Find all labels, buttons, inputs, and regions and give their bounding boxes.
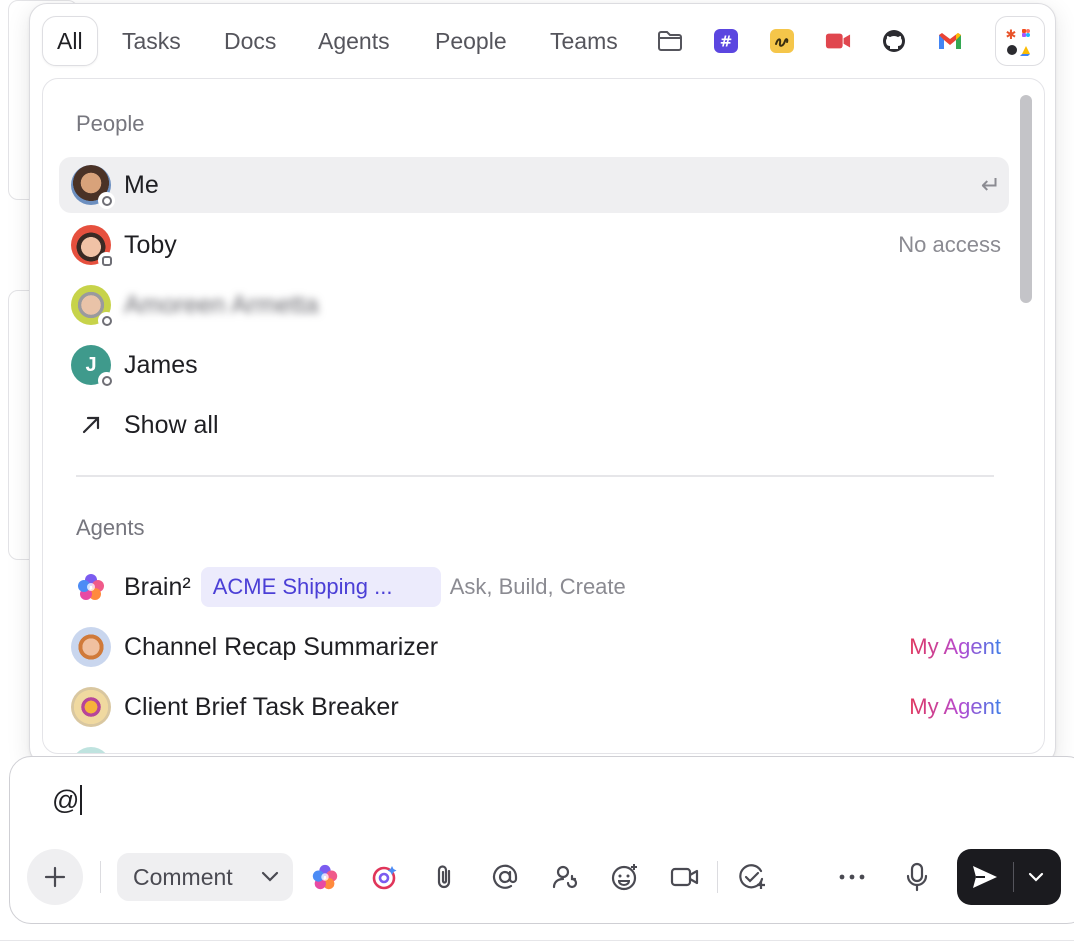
show-all-label: Show all	[124, 410, 219, 439]
ai-mention-icon[interactable]	[365, 852, 405, 902]
presence-icon	[98, 252, 115, 269]
toolbar-separator	[717, 861, 718, 893]
background-divider	[0, 940, 1074, 941]
text-caret	[80, 785, 83, 815]
agent-avatar	[71, 627, 111, 667]
comment-composer[interactable]: @ Comment	[9, 756, 1074, 924]
composer-text: @	[52, 785, 80, 815]
toolbar-separator	[100, 861, 101, 893]
arrow-up-right-icon	[71, 414, 111, 436]
agent-row-brain[interactable]: Brain² ACME Shipping ... Ask, Build, Cre…	[59, 559, 1009, 615]
person-row-james[interactable]: J James	[59, 337, 1009, 393]
agent-row-channel-recap[interactable]: Channel Recap Summarizer My Agent	[59, 619, 1009, 675]
person-name: Me	[124, 170, 159, 199]
presence-icon	[98, 192, 115, 209]
agents-section-title: Agents	[76, 515, 145, 540]
avatar	[71, 225, 115, 269]
avatar-initial: J	[85, 353, 97, 376]
comment-type-label: Comment	[133, 863, 233, 890]
scrollbar[interactable]	[1020, 95, 1032, 303]
emoji-icon[interactable]	[605, 852, 645, 902]
agent-row-partial[interactable]	[59, 739, 1009, 753]
brain-ai-icon[interactable]	[305, 852, 345, 902]
agent-name: Client Brief Task Breaker	[124, 692, 399, 721]
presence-icon	[98, 312, 115, 329]
gmail-icon[interactable]	[937, 28, 963, 54]
workspace-chip[interactable]: ACME Shipping ...	[200, 567, 441, 607]
person-name: Toby	[124, 230, 177, 259]
tab-tasks[interactable]: Tasks	[122, 16, 181, 66]
my-agent-tag: My Agent	[909, 634, 1001, 659]
agent-row-client-brief[interactable]: Client Brief Task Breaker My Agent	[59, 679, 1009, 735]
section-divider	[76, 475, 994, 477]
assign-user-icon[interactable]	[545, 852, 585, 902]
channel-hash-icon[interactable]: #	[713, 28, 739, 54]
agent-name: Channel Recap Summarizer	[124, 632, 439, 661]
tab-all[interactable]: All	[42, 16, 98, 66]
tab-agents[interactable]: Agents	[318, 16, 390, 66]
avatar	[71, 285, 115, 329]
paperclip-icon[interactable]	[425, 852, 465, 902]
chevron-down-icon[interactable]	[1027, 871, 1045, 883]
agent-avatar	[71, 687, 111, 727]
comment-type-dropdown[interactable]: Comment	[117, 853, 293, 901]
svg-text:✱: ✱	[1006, 28, 1017, 43]
send-icon	[973, 866, 997, 888]
apps-icon[interactable]: ✱	[995, 16, 1045, 66]
person-row[interactable]: Amoreen Armetta	[59, 277, 1009, 333]
video-clip-icon[interactable]	[665, 852, 705, 902]
send-button[interactable]	[957, 849, 1061, 905]
github-icon[interactable]	[881, 28, 907, 54]
create-task-icon[interactable]	[732, 852, 772, 902]
tab-people[interactable]: People	[435, 16, 507, 66]
agent-avatar	[71, 747, 111, 753]
add-button[interactable]	[27, 849, 83, 905]
person-row-me[interactable]: Me ↵	[59, 157, 1009, 213]
tab-teams[interactable]: Teams	[550, 16, 618, 66]
person-name: James	[124, 350, 198, 379]
person-row-toby[interactable]: Toby No access	[59, 217, 1009, 273]
enter-key-icon: ↵	[980, 171, 1001, 199]
access-status: No access	[898, 232, 1001, 257]
brain-icon	[71, 567, 111, 607]
more-options-icon[interactable]	[832, 852, 872, 902]
results-list[interactable]: People Me ↵ Toby No access Amoreen Armet…	[42, 78, 1045, 754]
video-icon[interactable]	[825, 28, 851, 54]
send-button-separator	[1013, 862, 1014, 892]
presence-icon	[98, 372, 115, 389]
chevron-down-icon	[261, 871, 279, 882]
avatar: J	[71, 345, 115, 389]
filter-tabs: All Tasks Docs Agents People Teams # ✱	[42, 16, 1045, 66]
avatar	[71, 165, 115, 209]
people-section-title: People	[76, 111, 145, 136]
svg-text:#: #	[720, 33, 733, 51]
composer-input[interactable]: @	[52, 785, 83, 816]
agent-name: Brain²	[124, 572, 191, 601]
tab-docs[interactable]: Docs	[224, 16, 276, 66]
clip-icon[interactable]	[769, 28, 795, 54]
folder-icon[interactable]	[657, 28, 683, 54]
agent-description: Ask, Build, Create	[449, 574, 626, 599]
person-name: Amoreen Armetta	[124, 290, 319, 319]
microphone-icon[interactable]	[897, 852, 937, 902]
my-agent-tag: My Agent	[909, 694, 1001, 719]
show-all-people[interactable]: Show all	[59, 397, 1009, 453]
at-mention-icon[interactable]	[485, 852, 525, 902]
mention-picker-popup: All Tasks Docs Agents People Teams # ✱ P…	[29, 3, 1056, 765]
